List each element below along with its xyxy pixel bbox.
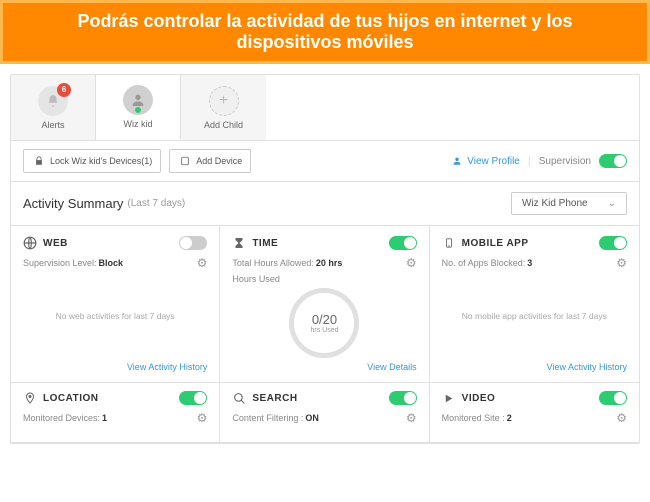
web-row-label: Supervision Level: <box>23 258 97 268</box>
globe-icon <box>23 236 37 250</box>
avatar-icon <box>123 85 153 115</box>
location-row-value: 1 <box>102 413 107 423</box>
cards-grid: WEB Supervision Level: Block ⚙ No web ac… <box>11 225 639 443</box>
lock-devices-label: Lock Wiz kid's Devices(1) <box>50 156 152 166</box>
hourglass-icon <box>232 236 246 250</box>
card-web: WEB Supervision Level: Block ⚙ No web ac… <box>11 226 220 383</box>
web-link[interactable]: View Activity History <box>23 362 207 372</box>
user-icon <box>450 154 464 168</box>
online-dot-icon <box>135 107 141 113</box>
tab-child-label: Wiz kid <box>124 119 153 129</box>
tab-add-child[interactable]: + Add Child <box>181 75 266 140</box>
mobile-toggle[interactable] <box>599 236 627 250</box>
time-row-label: Total Hours Allowed: <box>232 258 314 268</box>
location-toggle[interactable] <box>179 391 207 405</box>
card-search-title: SEARCH <box>252 393 382 404</box>
tab-alerts[interactable]: 6 Alerts <box>11 75 96 140</box>
card-video: VIDEO Monitored Site : 2 ⚙ <box>430 383 639 443</box>
card-time: TIME Total Hours Allowed: 20 hrs ⚙ Hours… <box>220 226 429 383</box>
card-search: SEARCH Content Filtering : ON ⚙ <box>220 383 429 443</box>
bell-icon: 6 <box>38 86 68 116</box>
card-location: LOCATION Monitored Devices: 1 ⚙ <box>11 383 220 443</box>
view-profile-link[interactable]: View Profile <box>450 154 520 168</box>
mobile-link[interactable]: View Activity History <box>442 362 627 372</box>
mobile-empty: No mobile app activities for last 7 days <box>462 311 607 321</box>
search-row-value: ON <box>305 413 319 423</box>
card-location-title: LOCATION <box>43 393 173 404</box>
device-selected: Wiz Kid Phone <box>522 198 588 209</box>
add-device-label: Add Device <box>196 156 242 166</box>
chevron-down-icon: ⌄ <box>608 198 616 209</box>
supervision-toggle[interactable] <box>599 154 627 168</box>
card-mobile-title: MOBILE APP <box>462 238 593 249</box>
video-row-value: 2 <box>507 413 512 423</box>
summary-subtitle: (Last 7 days) <box>127 198 185 209</box>
view-profile-label: View Profile <box>467 156 520 167</box>
mobile-row-value: 3 <box>527 258 532 268</box>
search-row-label: Content Filtering : <box>232 413 303 423</box>
gear-icon[interactable]: ⚙ <box>406 411 417 425</box>
add-device-button[interactable]: Add Device <box>169 149 251 173</box>
time-row-value: 20 hrs <box>316 258 343 268</box>
toolbar: Lock Wiz kid's Devices(1) Add Device Vie… <box>11 141 639 182</box>
search-icon <box>232 391 246 405</box>
phone-icon <box>442 236 456 250</box>
location-row-label: Monitored Devices: <box>23 413 100 423</box>
summary-title: Activity Summary <box>23 196 123 211</box>
gear-icon[interactable]: ⚙ <box>406 256 417 270</box>
gauge-label: hrs Used <box>310 327 338 334</box>
annotation-banner: Podrás controlar la actividad de tus hij… <box>0 0 650 64</box>
tab-child[interactable]: Wiz kid <box>96 75 181 140</box>
card-video-title: VIDEO <box>462 393 593 404</box>
device-dropdown[interactable]: Wiz Kid Phone ⌄ <box>511 192 627 215</box>
hours-gauge: 0/20 hrs Used <box>289 288 359 358</box>
pin-icon <box>23 391 37 405</box>
summary-header: Activity Summary (Last 7 days) Wiz Kid P… <box>11 182 639 225</box>
lock-icon <box>32 154 46 168</box>
gauge-value: 0/20 <box>310 312 338 327</box>
gear-icon[interactable]: ⚙ <box>197 256 208 270</box>
gear-icon[interactable]: ⚙ <box>197 411 208 425</box>
time-link[interactable]: View Details <box>232 362 416 372</box>
video-row-label: Monitored Site : <box>442 413 505 423</box>
supervision-label: Supervision <box>539 156 591 167</box>
main-panel: 6 Alerts Wiz kid + Add Child Lock Wiz ki… <box>10 74 640 444</box>
mobile-row-label: No. of Apps Blocked: <box>442 258 526 268</box>
search-toggle[interactable] <box>389 391 417 405</box>
web-empty: No web activities for last 7 days <box>56 311 175 321</box>
plus-icon: + <box>209 86 239 116</box>
tab-alerts-label: Alerts <box>41 120 64 130</box>
time-toggle[interactable] <box>389 236 417 250</box>
video-toggle[interactable] <box>599 391 627 405</box>
gear-icon[interactable]: ⚙ <box>616 411 627 425</box>
card-time-title: TIME <box>252 238 382 249</box>
web-row-value: Block <box>99 258 124 268</box>
lock-devices-button[interactable]: Lock Wiz kid's Devices(1) <box>23 149 161 173</box>
alerts-badge: 6 <box>57 83 71 97</box>
gear-icon[interactable]: ⚙ <box>616 256 627 270</box>
play-icon <box>442 391 456 405</box>
card-mobile: MOBILE APP No. of Apps Blocked: 3 ⚙ No m… <box>430 226 639 383</box>
web-toggle[interactable] <box>179 236 207 250</box>
time-row2-label: Hours Used <box>232 274 280 284</box>
profile-tabs: 6 Alerts Wiz kid + Add Child <box>11 75 639 141</box>
device-icon <box>178 154 192 168</box>
card-web-title: WEB <box>43 238 173 249</box>
tab-add-label: Add Child <box>204 120 243 130</box>
